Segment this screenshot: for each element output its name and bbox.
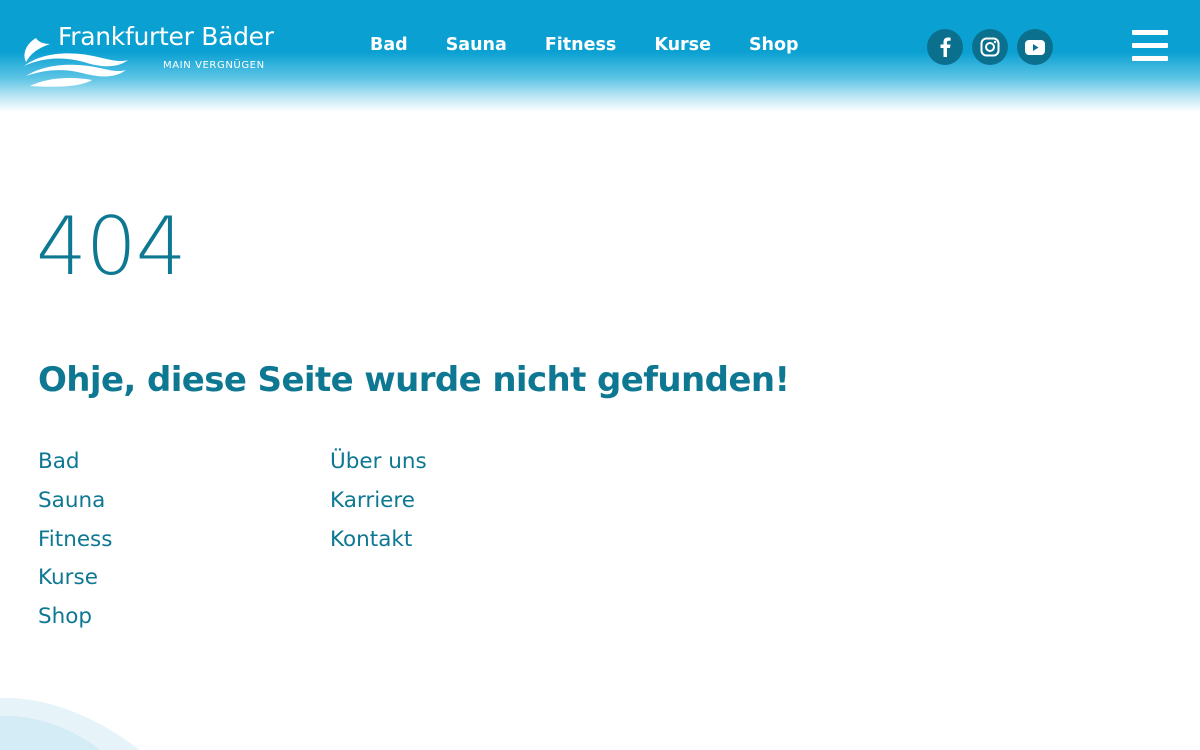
nav-item-fitness[interactable]: Fitness: [545, 35, 616, 55]
decorative-wave-icon: [0, 697, 140, 750]
facebook-button[interactable]: [927, 29, 963, 65]
error-code: 404: [36, 200, 187, 293]
link-kurse[interactable]: Kurse: [38, 565, 98, 590]
list-item: Shop: [38, 604, 112, 643]
link-ueber-uns[interactable]: Über uns: [330, 449, 427, 474]
nav-item-sauna[interactable]: Sauna: [446, 35, 507, 55]
social-links: [927, 29, 1053, 65]
youtube-button[interactable]: [1017, 29, 1053, 65]
page-title: Ohje, diese Seite wurde nicht gefunden!: [38, 360, 790, 400]
page: Frankfurter Bäder MAIN VERGNÜGEN Bad Sau…: [0, 0, 1200, 750]
menu-bar-top: [1132, 30, 1168, 35]
list-item: Über uns: [330, 449, 427, 488]
logo-tagline: MAIN VERGNÜGEN: [163, 60, 265, 71]
site-logo[interactable]: Frankfurter Bäder MAIN VERGNÜGEN: [22, 22, 292, 90]
link-sauna[interactable]: Sauna: [38, 488, 105, 513]
instagram-icon: [980, 37, 1000, 57]
menu-bar-middle: [1132, 43, 1168, 48]
hamburger-menu-icon[interactable]: [1132, 30, 1168, 64]
link-shop[interactable]: Shop: [38, 604, 92, 629]
nav-item-kurse[interactable]: Kurse: [654, 35, 711, 55]
link-fitness[interactable]: Fitness: [38, 527, 112, 552]
logo-title: Frankfurter Bäder: [58, 22, 274, 51]
nav-item-shop[interactable]: Shop: [749, 35, 799, 55]
instagram-button[interactable]: [972, 29, 1008, 65]
list-item: Kontakt: [330, 527, 427, 566]
list-item: Fitness: [38, 527, 112, 566]
menu-bar-bottom: [1132, 56, 1168, 61]
link-karriere[interactable]: Karriere: [330, 488, 415, 513]
main-nav: Bad Sauna Fitness Kurse Shop: [370, 35, 837, 55]
list-item: Sauna: [38, 488, 112, 527]
quick-links-primary: Bad Sauna Fitness Kurse Shop: [38, 449, 112, 643]
list-item: Bad: [38, 449, 112, 488]
link-bad[interactable]: Bad: [38, 449, 80, 474]
quick-links-secondary: Über uns Karriere Kontakt: [330, 449, 427, 565]
site-header: Frankfurter Bäder MAIN VERGNÜGEN Bad Sau…: [0, 0, 1200, 112]
list-item: Kurse: [38, 565, 112, 604]
link-kontakt[interactable]: Kontakt: [330, 527, 412, 552]
list-item: Karriere: [330, 488, 427, 527]
facebook-icon: [940, 37, 951, 57]
nav-item-bad[interactable]: Bad: [370, 35, 408, 55]
youtube-icon: [1025, 39, 1045, 55]
